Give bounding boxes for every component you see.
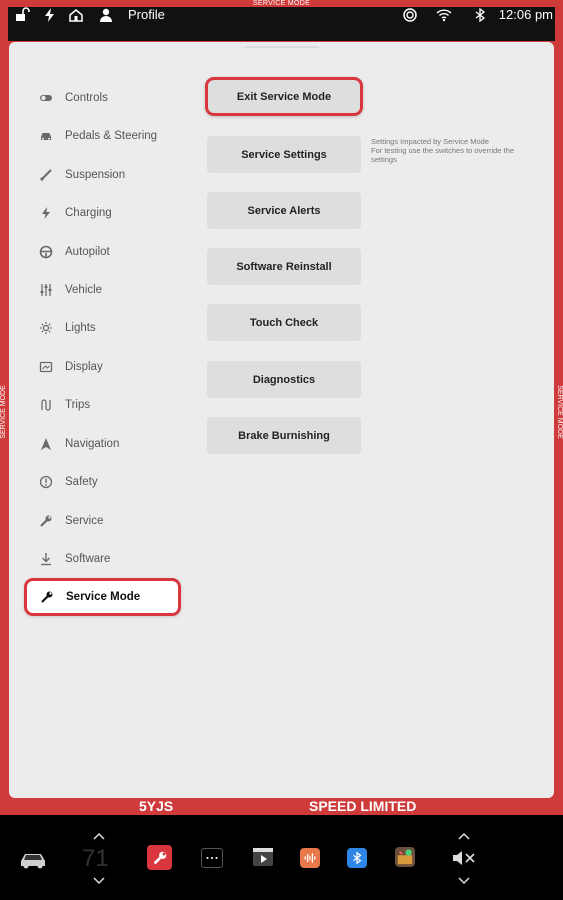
sidebar-item-software[interactable]: Software xyxy=(26,541,181,577)
sun-icon xyxy=(37,321,55,335)
service-settings-note: Settings Impacted by Service Mode For te… xyxy=(371,137,541,164)
service-alerts-button[interactable]: Service Alerts xyxy=(207,192,361,229)
sidebar-item-label: Pedals & Steering xyxy=(65,130,158,142)
lightning-icon[interactable] xyxy=(42,7,58,23)
mute-volume-icon[interactable] xyxy=(452,850,476,866)
sidebar-item-pedals-steering[interactable]: Pedals & Steering xyxy=(26,118,181,154)
bluetooth-app-icon[interactable] xyxy=(347,848,367,868)
sidebar-item-label: Display xyxy=(65,361,103,373)
service-mode-banner-right: SERVICE MODE xyxy=(556,385,563,439)
car-icon xyxy=(37,129,55,143)
unlock-icon[interactable] xyxy=(14,7,30,23)
more-icon[interactable] xyxy=(201,848,223,868)
vin-prefix: 5YJS xyxy=(139,798,174,814)
sidebar-item-label: Lights xyxy=(65,322,96,334)
clock: 12:06 pm xyxy=(498,7,553,22)
sidebar-item-service-mode[interactable]: Service Mode xyxy=(24,578,181,616)
sidebar-item-autopilot[interactable]: Autopilot xyxy=(26,234,181,270)
service-mode-banner-left: SERVICE MODE xyxy=(0,385,7,439)
bluetooth-icon[interactable] xyxy=(472,7,488,23)
touch-check-button[interactable]: Touch Check xyxy=(207,304,361,341)
profile-icon[interactable] xyxy=(98,7,114,23)
sliders-icon xyxy=(37,283,55,297)
home-icon[interactable] xyxy=(68,7,84,23)
status-bar: Profile 12:06 pm xyxy=(8,7,555,41)
sidebar-item-controls[interactable]: Controls xyxy=(26,80,181,116)
toybox-app-icon[interactable] xyxy=(395,847,415,867)
sidebar-item-label: Service xyxy=(65,515,104,527)
wifi-icon[interactable] xyxy=(436,7,452,23)
sidebar-item-label: Vehicle xyxy=(65,284,103,296)
diagnostics-button[interactable]: Diagnostics xyxy=(207,361,361,398)
trips-icon xyxy=(37,398,55,412)
note-title: Settings Impacted by Service Mode xyxy=(371,137,489,146)
sidebar-item-label: Software xyxy=(65,553,111,565)
volume-down-chevron-icon[interactable] xyxy=(458,877,470,885)
service-settings-button[interactable]: Service Settings xyxy=(207,136,361,173)
sidebar-item-vehicle[interactable]: Vehicle xyxy=(26,272,181,308)
alert-circle-icon xyxy=(37,475,55,489)
toggle-icon xyxy=(37,91,55,105)
sidebar-item-trips[interactable]: Trips xyxy=(26,387,181,423)
sidebar-item-label: Trips xyxy=(65,399,91,411)
sidebar-item-label: Suspension xyxy=(65,169,126,181)
service-wrench-app-icon[interactable] xyxy=(147,845,172,870)
speed-limited-label: SPEED LIMITED xyxy=(309,798,417,814)
sidebar-item-navigation[interactable]: Navigation xyxy=(26,426,181,462)
sidebar-item-label: Autopilot xyxy=(65,246,110,258)
note-description: For testing use the switches to override… xyxy=(371,146,514,164)
sidebar-item-label: Navigation xyxy=(65,438,120,450)
sidebar-item-label: Service Mode xyxy=(66,591,141,603)
exit-service-mode-button[interactable]: Exit Service Mode xyxy=(205,77,363,116)
sidebar-item-safety[interactable]: Safety xyxy=(26,464,181,500)
suspension-icon xyxy=(37,168,55,182)
sidebar-item-charging[interactable]: Charging xyxy=(26,195,181,231)
service-mode-banner-bottom: 5YJS SPEED LIMITED xyxy=(0,798,563,815)
navigation-icon xyxy=(37,437,55,451)
sidebar-item-label: Controls xyxy=(65,92,108,104)
temp-down-chevron-icon[interactable] xyxy=(93,877,105,885)
download-icon xyxy=(37,552,55,566)
sidebar-item-label: Charging xyxy=(65,207,112,219)
brake-burnishing-button[interactable]: Brake Burnishing xyxy=(207,417,361,454)
sidebar-item-suspension[interactable]: Suspension xyxy=(26,157,181,193)
sidebar-item-display[interactable]: Display xyxy=(26,349,181,385)
wrench-icon xyxy=(38,590,56,604)
profile-label[interactable]: Profile xyxy=(128,7,165,22)
sidebar-item-lights[interactable]: Lights xyxy=(26,310,181,346)
sidebar-item-label: Safety xyxy=(65,476,98,488)
wrench-icon xyxy=(37,514,55,528)
panel-drag-handle[interactable] xyxy=(245,46,319,48)
audio-app-icon[interactable] xyxy=(300,848,320,868)
sentry-icon[interactable] xyxy=(402,7,418,23)
video-app-icon[interactable] xyxy=(253,848,273,866)
car-icon[interactable] xyxy=(18,848,48,870)
steering-wheel-icon xyxy=(37,245,55,259)
sidebar-item-service[interactable]: Service xyxy=(26,503,181,539)
volume-up-chevron-icon[interactable] xyxy=(458,832,470,840)
temp-up-chevron-icon[interactable] xyxy=(93,832,105,840)
software-reinstall-button[interactable]: Software Reinstall xyxy=(207,248,361,285)
display-icon xyxy=(37,360,55,374)
lightning-icon xyxy=(37,206,55,220)
temperature-display[interactable]: 71 xyxy=(82,845,109,873)
